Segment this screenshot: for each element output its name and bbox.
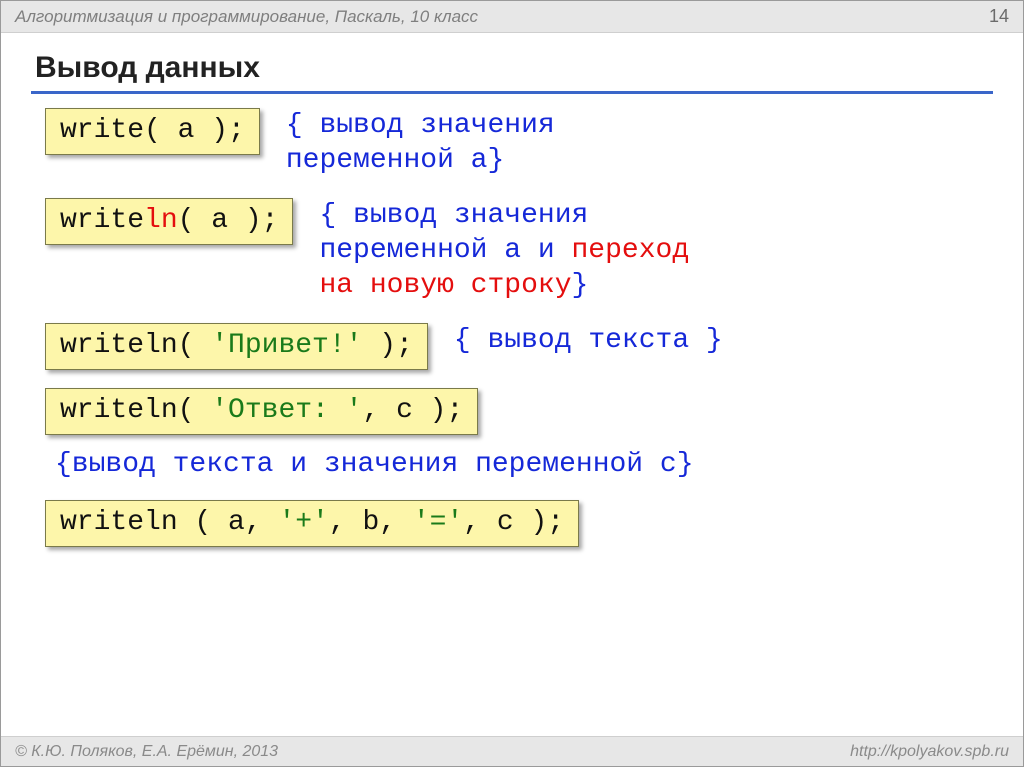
comment-1: { вывод значения переменной a} bbox=[286, 108, 989, 178]
example-row-3: writeln( 'Привет!' ); { вывод текста } bbox=[45, 323, 989, 370]
code-pre: write bbox=[60, 205, 144, 236]
comment-2-line2a: переменной a и bbox=[319, 235, 571, 266]
code5-c: , c ); bbox=[463, 507, 564, 538]
code3-pre: writeln( bbox=[60, 330, 211, 361]
copyright-text: © К.Ю. Поляков, Е.А. Ерёмин, 2013 bbox=[15, 743, 278, 761]
footer-bar: © К.Ю. Поляков, Е.А. Ерёмин, 2013 http:/… bbox=[1, 736, 1023, 766]
code3-post: ); bbox=[362, 330, 412, 361]
code-ln-highlight: ln bbox=[144, 205, 178, 236]
subject-text: Алгоритмизация и программирование, Паска… bbox=[15, 7, 478, 27]
page-number: 14 bbox=[989, 6, 1009, 27]
code4-string: 'Ответ: ' bbox=[211, 395, 362, 426]
example-row-5: writeln ( a, '+', b, '=', c ); bbox=[45, 500, 989, 547]
footer-url: http://kpolyakov.spb.ru bbox=[850, 743, 1009, 761]
code-writeln-abc: writeln ( a, '+', b, '=', c ); bbox=[45, 500, 579, 547]
comment-2-line1: { вывод значения bbox=[319, 198, 989, 233]
example-row-1: write( a ); { вывод значения переменной … bbox=[45, 108, 989, 178]
comment-1-line1: { вывод значения bbox=[286, 108, 989, 143]
code5-b: , b, bbox=[329, 507, 413, 538]
code-writeln-a: writeln( a ); bbox=[45, 198, 293, 245]
code4-pre: writeln( bbox=[60, 395, 211, 426]
comment-3: { вывод текста } bbox=[454, 323, 989, 358]
code-writeln-privet: writeln( 'Привет!' ); bbox=[45, 323, 428, 370]
code4-post: , c ); bbox=[362, 395, 463, 426]
code-write: write( a ); bbox=[45, 108, 260, 155]
content-area: write( a ); { вывод значения переменной … bbox=[1, 108, 1023, 547]
code5-s1: '+' bbox=[278, 507, 328, 538]
title-rule bbox=[31, 91, 993, 94]
example-row-4: writeln( 'Ответ: ', c ); bbox=[45, 388, 989, 435]
header-bar: Алгоритмизация и программирование, Паска… bbox=[1, 1, 1023, 33]
code5-s2: '=' bbox=[413, 507, 463, 538]
comment-2: { вывод значения переменной a и переход … bbox=[319, 198, 989, 303]
comment-2-line3-red: на новую строку bbox=[319, 270, 571, 301]
comment-4: {вывод текста и значения переменной c} bbox=[45, 443, 989, 500]
code-post: ( a ); bbox=[178, 205, 279, 236]
comment-2-line3-brace: } bbox=[572, 270, 589, 301]
slide: Алгоритмизация и программирование, Паска… bbox=[0, 0, 1024, 767]
example-row-2: writeln( a ); { вывод значения переменно… bbox=[45, 198, 989, 303]
comment-2-line3: на новую строку} bbox=[319, 268, 989, 303]
comment-2-line2: переменной a и переход bbox=[319, 233, 989, 268]
comment-2-line2-red: переход bbox=[572, 235, 690, 266]
code5-a: writeln ( a, bbox=[60, 507, 278, 538]
page-title: Вывод данных bbox=[1, 33, 1023, 91]
comment-1-line2: переменной a} bbox=[286, 143, 989, 178]
code3-string: 'Привет!' bbox=[211, 330, 362, 361]
code-writeln-otvet: writeln( 'Ответ: ', c ); bbox=[45, 388, 478, 435]
